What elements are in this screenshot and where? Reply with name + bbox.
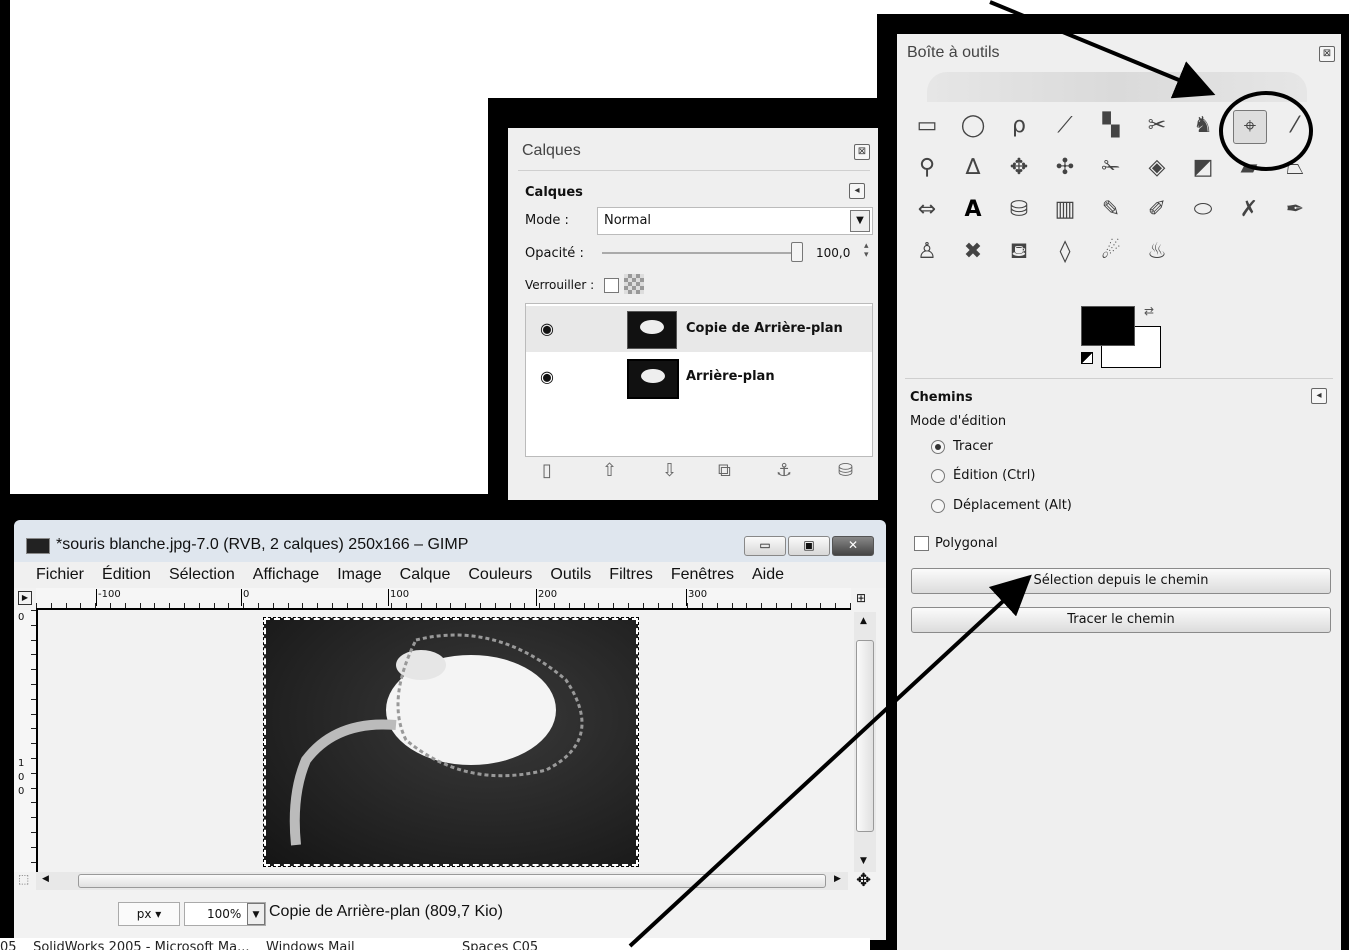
arrow-to-paths-tool	[989, 0, 1216, 99]
annotation-arrows	[628, 0, 1216, 948]
arrow-to-selection-button	[628, 574, 1032, 948]
